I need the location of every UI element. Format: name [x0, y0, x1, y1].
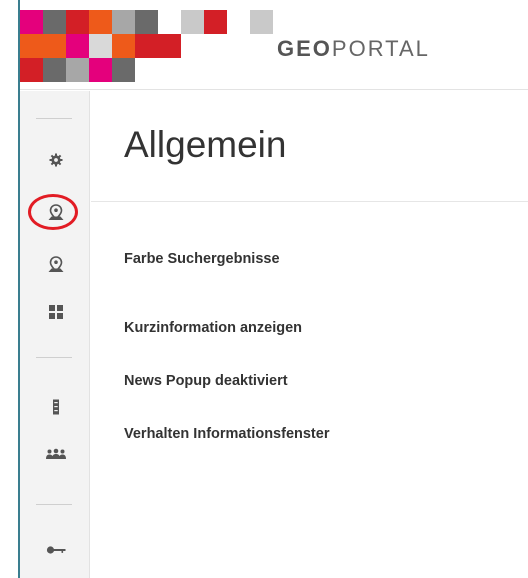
key-icon[interactable]: [44, 538, 68, 562]
server-icon[interactable]: [44, 395, 68, 419]
logo-bold-text: GEO: [277, 36, 332, 61]
setting-info-window-behavior[interactable]: Verhalten Informationsfenster: [124, 426, 329, 442]
grid-icon[interactable]: [44, 300, 68, 324]
title-divider: [91, 201, 528, 202]
map-marker-person-icon[interactable]: [44, 201, 68, 225]
logo-mosaic: [20, 10, 275, 82]
page-title: Allgemein: [124, 124, 287, 165]
setting-show-short-info[interactable]: Kurzinformation anzeigen: [124, 320, 302, 336]
gear-icon[interactable]: [44, 148, 68, 172]
sidebar: [20, 91, 90, 578]
users-icon[interactable]: [44, 442, 68, 466]
setting-news-popup[interactable]: News Popup deaktiviert: [124, 373, 288, 389]
sidebar-divider: [36, 118, 72, 119]
sidebar-divider: [36, 504, 72, 505]
setting-search-result-color[interactable]: Farbe Suchergebnisse: [124, 251, 280, 267]
header: GEOPORTAL: [20, 0, 528, 90]
map-marker-person-alt-icon[interactable]: [44, 253, 68, 277]
geoportal-logo[interactable]: GEOPORTAL: [277, 36, 430, 62]
sidebar-divider: [36, 357, 72, 358]
logo-rest-text: PORTAL: [331, 36, 430, 61]
main-content: Allgemein Farbe Suchergebnisse Kurzinfor…: [91, 91, 528, 578]
